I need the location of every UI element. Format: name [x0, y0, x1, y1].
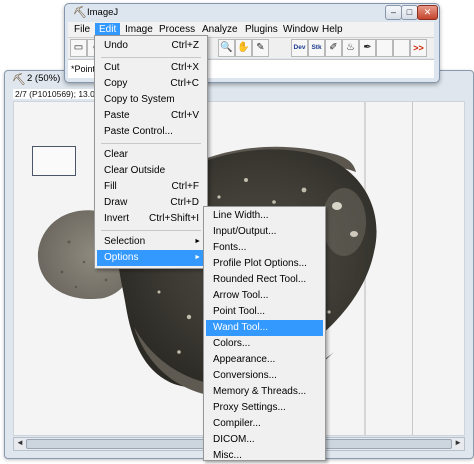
imagej-microscope-icon: ⛏ — [12, 74, 26, 86]
menu-separator — [101, 143, 201, 144]
brush-tool-icon[interactable]: ✐ — [325, 39, 342, 57]
menu-item-fill[interactable]: Fill Ctrl+F — [97, 179, 205, 195]
options-item-arrow-tool[interactable]: Arrow Tool... — [206, 288, 323, 304]
close-button[interactable]: ✕ — [417, 5, 438, 20]
imagej-microscope-icon: ⛏ — [73, 7, 87, 19]
menu-item-paste-control[interactable]: Paste Control... — [97, 124, 205, 140]
more-tools-icon[interactable]: >> — [410, 39, 427, 57]
imagej-title: ImageJ — [87, 7, 119, 18]
menu-item-clear[interactable]: Clear — [97, 147, 205, 163]
magnifier-tool-icon[interactable]: 🔍 — [218, 39, 235, 57]
options-item-compiler[interactable]: Compiler... — [206, 416, 323, 432]
menu-item-cut[interactable]: Cut Ctrl+X — [97, 60, 205, 76]
menu-item-undo[interactable]: Undo Ctrl+Z — [97, 38, 205, 54]
empty-tool-slot[interactable] — [393, 39, 410, 57]
options-item-rounded-rect[interactable]: Rounded Rect Tool... — [206, 272, 323, 288]
stacks-tool-icon[interactable]: Stk — [308, 39, 325, 57]
submenu-arrow-icon: ► — [194, 254, 201, 261]
rectangle-tool-icon[interactable]: ▭ — [70, 39, 87, 57]
minimize-button[interactable]: – — [385, 5, 402, 20]
options-item-dicom[interactable]: DICOM... — [206, 432, 323, 448]
scroll-left-icon[interactable]: ◄ — [16, 438, 24, 447]
submenu-arrow-icon: ► — [194, 238, 201, 245]
options-submenu: Line Width... Input/Output... Fonts... P… — [203, 206, 326, 461]
options-item-wand-tool[interactable]: Wand Tool... — [206, 320, 323, 336]
dropper-tool-icon[interactable]: ✒ — [359, 39, 376, 57]
menu-item-draw[interactable]: Draw Ctrl+D — [97, 195, 205, 211]
menu-file[interactable]: File — [70, 23, 94, 36]
navigator-rectangle[interactable] — [32, 146, 76, 176]
options-item-input-output[interactable]: Input/Output... — [206, 224, 323, 240]
menu-item-invert[interactable]: Invert Ctrl+Shift+I — [97, 211, 205, 227]
edit-menu: Undo Ctrl+Z Cut Ctrl+X Copy Ctrl+C Copy to … — [94, 35, 208, 269]
options-item-conversions[interactable]: Conversions... — [206, 368, 323, 384]
options-item-memory-threads[interactable]: Memory & Threads... — [206, 384, 323, 400]
menu-item-clear-outside[interactable]: Clear Outside — [97, 163, 205, 179]
options-item-point-tool[interactable]: Point Tool... — [206, 304, 323, 320]
dev-tool-icon[interactable]: Dev — [291, 39, 308, 57]
empty-tool-slot[interactable] — [376, 39, 393, 57]
menu-item-selection[interactable]: Selection ► — [97, 234, 205, 250]
options-item-misc[interactable]: Misc... — [206, 448, 323, 464]
options-item-proxy-settings[interactable]: Proxy Settings... — [206, 400, 323, 416]
menu-item-paste[interactable]: Paste Ctrl+V — [97, 108, 205, 124]
scroll-right-icon[interactable]: ► — [454, 438, 462, 447]
color-picker-tool-icon[interactable]: ✎ — [252, 39, 269, 57]
menu-item-copy[interactable]: Copy Ctrl+C — [97, 76, 205, 92]
maximize-button[interactable]: □ — [401, 5, 418, 20]
options-item-colors[interactable]: Colors... — [206, 336, 323, 352]
menu-help[interactable]: Help — [318, 23, 347, 36]
menu-separator — [101, 57, 201, 58]
options-item-profile-plot[interactable]: Profile Plot Options... — [206, 256, 323, 272]
flood-fill-tool-icon[interactable]: ♨ — [342, 39, 359, 57]
menu-item-options[interactable]: Options ► — [97, 250, 205, 266]
menu-plugins[interactable]: Plugins — [241, 23, 282, 36]
options-item-fonts[interactable]: Fonts... — [206, 240, 323, 256]
options-item-appearance[interactable]: Appearance... — [206, 352, 323, 368]
image-window-title: 2 (50%) — [27, 73, 61, 84]
imagej-titlebar[interactable]: ⛏ ImageJ – □ ✕ — [65, 4, 439, 21]
menu-item-copy-to-system[interactable]: Copy to System — [97, 92, 205, 108]
menu-separator — [101, 230, 201, 231]
hand-tool-icon[interactable]: ✋ — [235, 39, 252, 57]
options-item-line-width[interactable]: Line Width... — [206, 208, 323, 224]
menu-window[interactable]: Window — [279, 23, 323, 36]
